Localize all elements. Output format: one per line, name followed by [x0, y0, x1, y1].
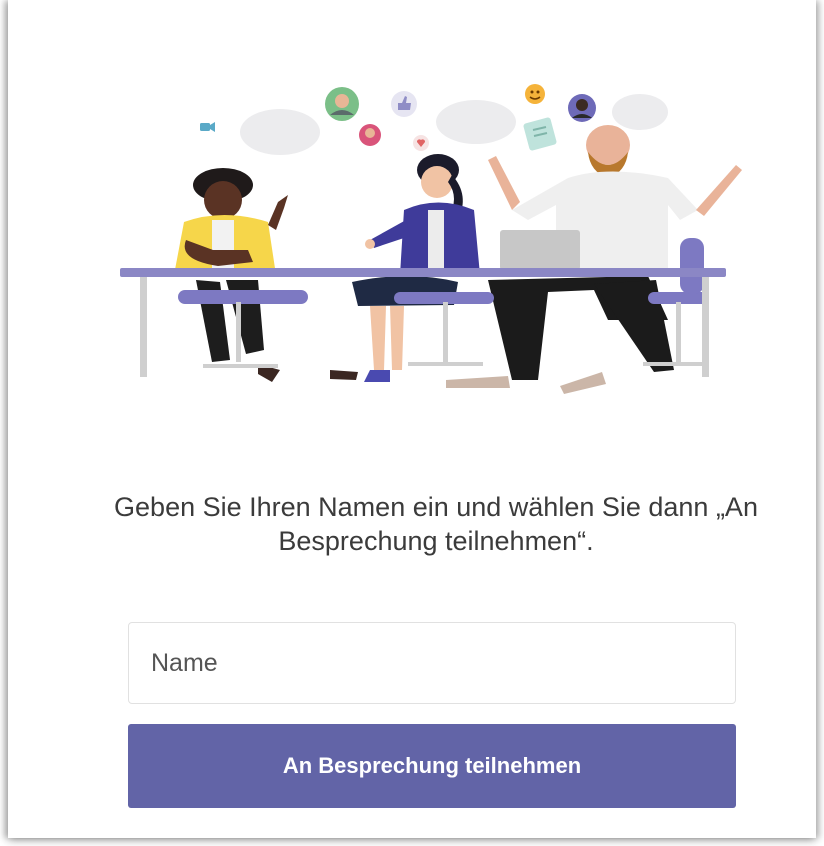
heart-icon	[413, 135, 429, 151]
join-meeting-panel: Geben Sie Ihren Namen ein und wählen Sie…	[8, 0, 816, 838]
emoji-icon	[525, 84, 545, 104]
join-meeting-button[interactable]: An Besprechung teilnehmen	[128, 724, 736, 808]
avatar-woman-icon	[359, 124, 381, 146]
name-input[interactable]	[128, 622, 736, 704]
laptop-icon	[500, 230, 580, 270]
video-icon	[200, 122, 215, 132]
speech-bubble	[436, 100, 516, 144]
speech-bubble	[612, 94, 668, 130]
document-icon	[523, 117, 557, 151]
avatar-man-icon	[325, 87, 359, 121]
meeting-illustration	[120, 84, 742, 394]
thumbs-up-icon	[391, 91, 417, 117]
avatar-dark-icon	[568, 94, 596, 122]
speech-bubble	[240, 109, 320, 155]
instruction-text: Geben Sie Ihren Namen ein und wählen Sie…	[114, 492, 758, 556]
